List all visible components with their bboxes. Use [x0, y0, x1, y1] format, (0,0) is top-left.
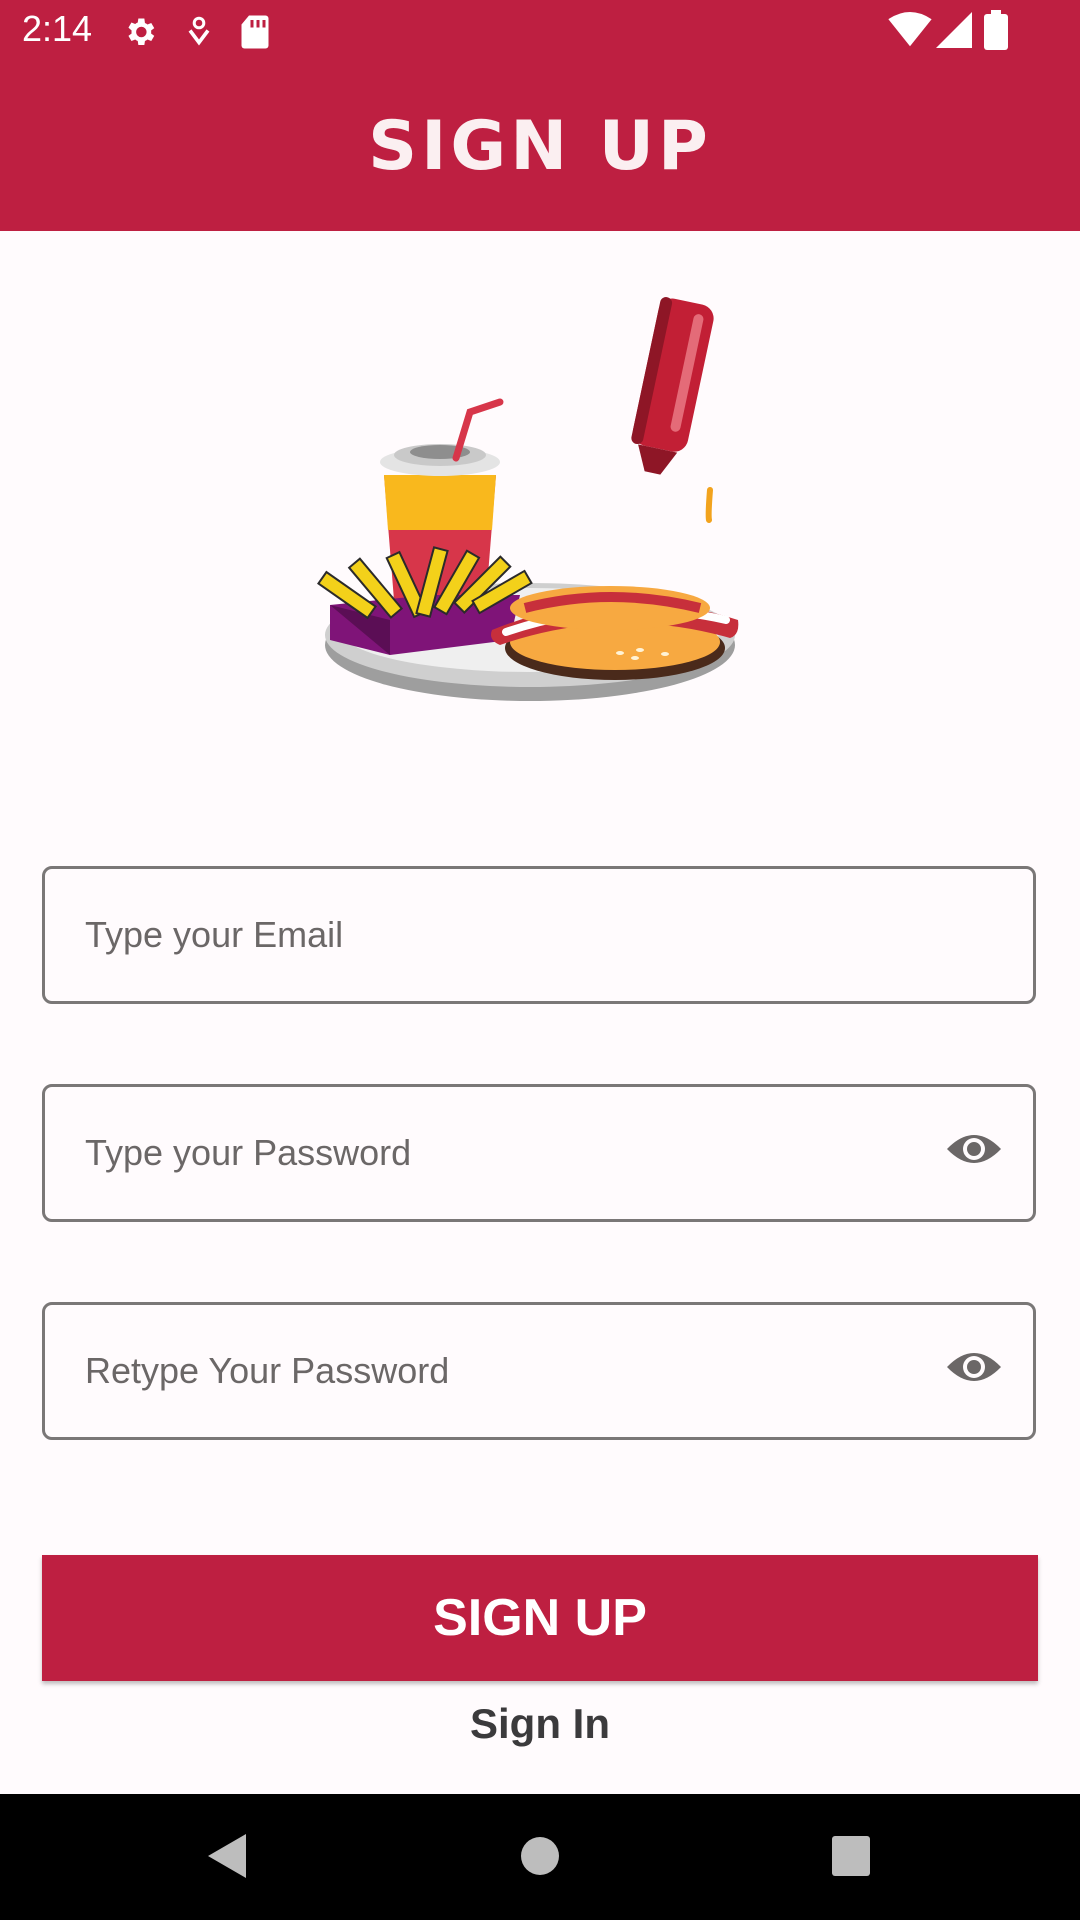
- status-time: 2:14: [22, 8, 93, 49]
- page-title: SIGN UP: [368, 107, 712, 186]
- battery-icon: [984, 10, 1008, 50]
- password-field[interactable]: Type your Password: [42, 1084, 1036, 1222]
- email-placeholder: Type your Email: [85, 914, 344, 955]
- signin-link[interactable]: Sign In: [0, 1700, 1080, 1748]
- recents-icon[interactable]: [830, 1830, 872, 1882]
- app-bar: SIGN UP: [0, 62, 1080, 231]
- status-bar: 2:14: [0, 0, 1080, 62]
- sd-card-icon: [241, 15, 269, 49]
- retype-password-placeholder: Retype Your Password: [85, 1350, 450, 1391]
- signup-screen: 2:14 SIGN UP Type your Email Type your P…: [0, 0, 1080, 1920]
- password-visibility-eye-icon[interactable]: [945, 1129, 1003, 1169]
- navigation-bar: [0, 1794, 1080, 1920]
- email-field[interactable]: Type your Email: [42, 866, 1036, 1004]
- signup-button[interactable]: SIGN UP: [42, 1555, 1038, 1681]
- food-illustration: [317, 297, 739, 701]
- notification-icon: [188, 16, 210, 46]
- settings-icon: [128, 18, 155, 46]
- back-icon[interactable]: [204, 1830, 250, 1882]
- wifi-icon: [888, 12, 932, 47]
- home-icon[interactable]: [520, 1830, 560, 1882]
- retype-password-visibility-eye-icon[interactable]: [945, 1347, 1003, 1387]
- retype-password-field[interactable]: Retype Your Password: [42, 1302, 1036, 1440]
- signal-icon: [936, 12, 972, 48]
- signup-button-label: SIGN UP: [433, 1589, 647, 1647]
- password-placeholder: Type your Password: [85, 1132, 412, 1173]
